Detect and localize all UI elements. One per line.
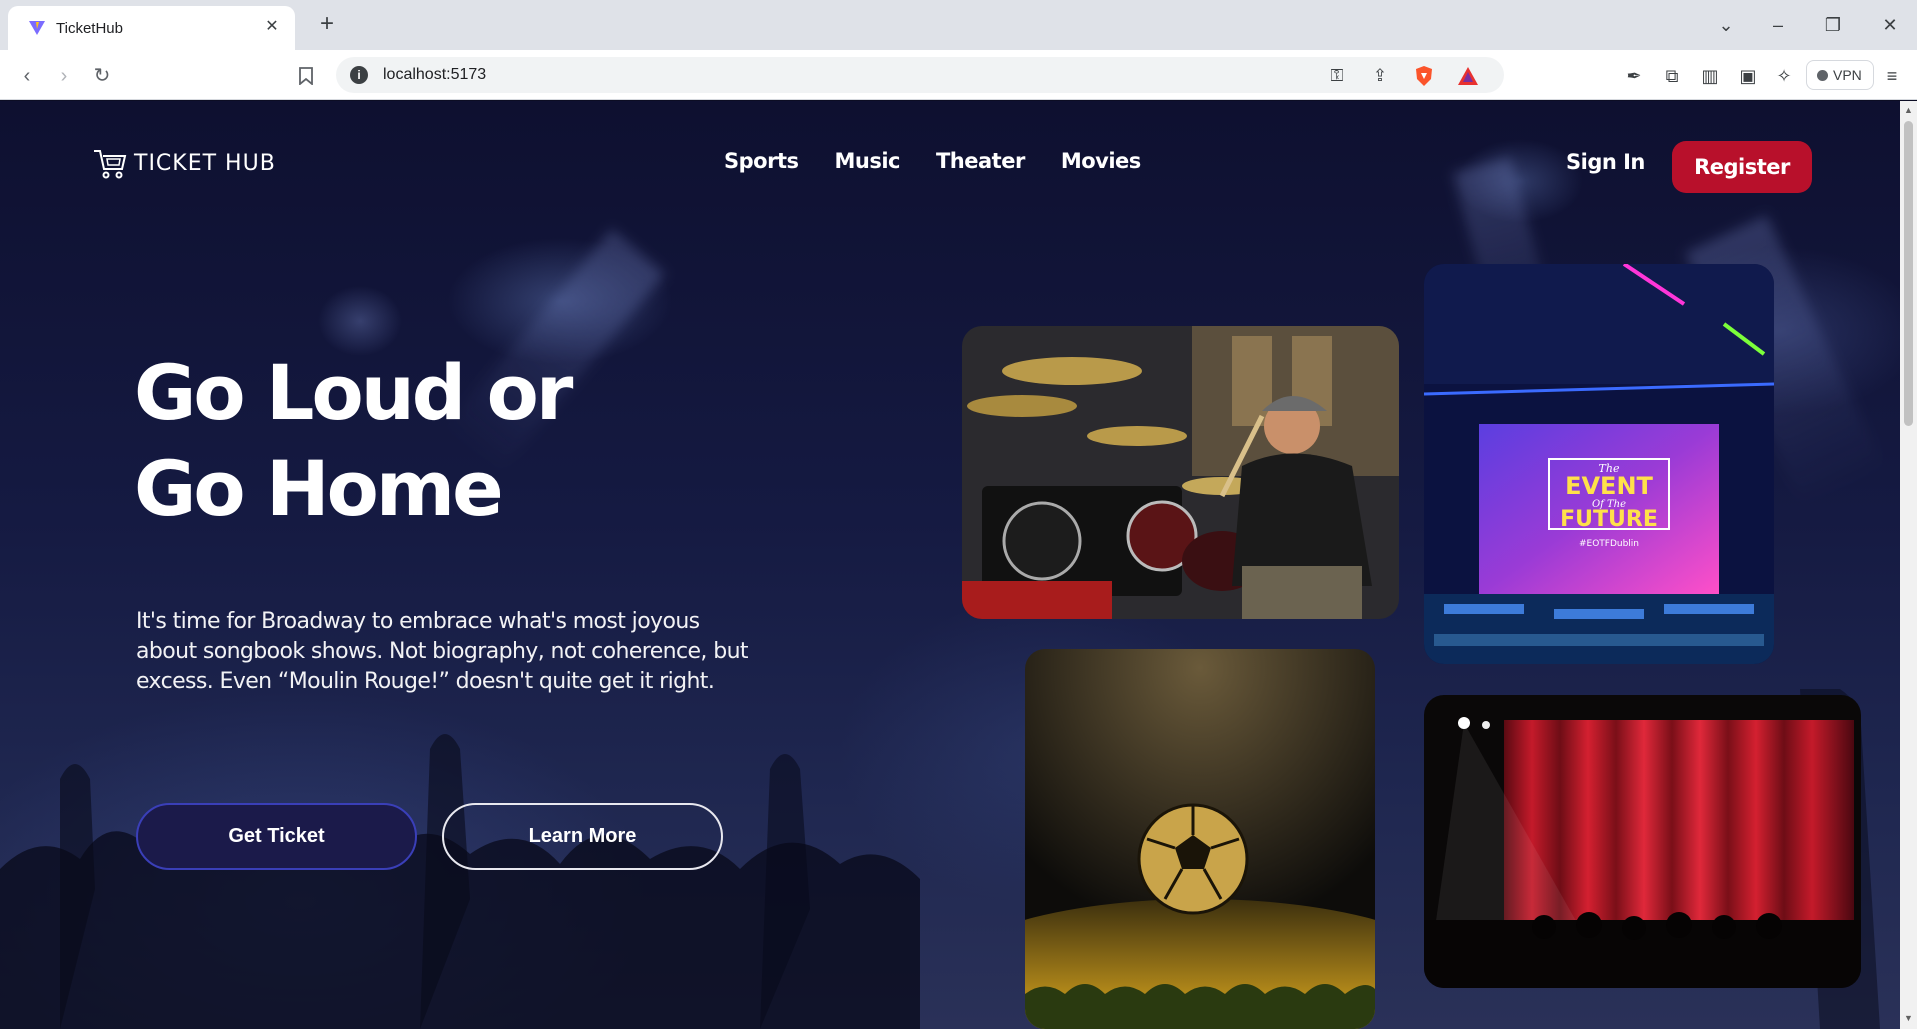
new-tab-icon[interactable]: + <box>313 11 341 39</box>
hero-title-line-2: Go Home <box>134 444 504 533</box>
address-bar[interactable]: i localhost:5173 ⚿ ⇪ <box>336 57 1504 93</box>
event-hashtag: #EOTFDublin <box>1579 539 1639 549</box>
bookmark-icon[interactable] <box>292 62 320 90</box>
tab-title: TicketHub <box>56 20 123 37</box>
page-scrollbar[interactable]: ▲ ▼ <box>1900 101 1917 1029</box>
back-icon[interactable]: ‹ <box>13 62 41 90</box>
hero-description: It's time for Broadway to embrace what's… <box>136 609 749 694</box>
register-button[interactable]: Register <box>1672 141 1812 193</box>
vpn-status-icon <box>1817 70 1828 81</box>
learn-more-button[interactable]: Learn More <box>442 803 723 870</box>
nav-link-theater[interactable]: Theater <box>936 149 1025 173</box>
theater-curtain-image <box>1424 695 1861 988</box>
event-text-future: FUTURE <box>1560 507 1658 532</box>
event-text-event: EVENT <box>1565 472 1653 500</box>
event-stage-image: The EVENT Of The FUTURE #EOTFDublin <box>1424 264 1774 664</box>
restore-icon[interactable]: ❐ <box>1813 10 1853 40</box>
drummer-image <box>962 326 1399 619</box>
tab-close-icon[interactable]: ✕ <box>261 16 283 38</box>
main-nav: Sports Music Theater Movies <box>724 149 1141 173</box>
vpn-button[interactable]: VPN <box>1806 60 1874 90</box>
page-viewport: TICKET HUB Sports Music Theater Movies S… <box>0 101 1900 1029</box>
url-text: localhost:5173 <box>383 66 487 83</box>
scrollbar-thumb[interactable] <box>1904 121 1913 426</box>
menu-icon[interactable]: ≡ <box>1878 62 1906 90</box>
browser-toolbar: ‹ › ↻ i localhost:5173 ⚿ ⇪ ✒ ⧉ ▥ ▣ ✧ ≡ <box>0 50 1917 100</box>
sign-in-link[interactable]: Sign In <box>1566 150 1645 174</box>
site-info-icon[interactable]: i <box>350 66 368 84</box>
logo-text: TICKET HUB <box>134 150 276 176</box>
nav-link-sports[interactable]: Sports <box>724 149 799 173</box>
key-icon[interactable]: ⚿ <box>1325 64 1349 88</box>
site-logo[interactable]: TICKET HUB <box>92 143 276 183</box>
nav-link-music[interactable]: Music <box>834 149 900 173</box>
extensions-icon[interactable]: ⧉ <box>1658 62 1686 90</box>
theater-curtain-image-card[interactable] <box>1424 695 1861 988</box>
minimize-icon[interactable]: – <box>1758 10 1798 40</box>
hero-title: Go Loud or Go Home <box>134 345 694 537</box>
scroll-down-icon[interactable]: ▼ <box>1904 1013 1913 1025</box>
browser-tab[interactable]: TicketHub ✕ <box>8 6 295 50</box>
close-window-icon[interactable]: ✕ <box>1870 10 1910 40</box>
share-icon[interactable]: ⇪ <box>1368 64 1392 88</box>
event-of-the-future-image-card[interactable]: The EVENT Of The FUTURE #EOTFDublin <box>1424 264 1774 664</box>
shopping-cart-icon <box>94 150 127 179</box>
drummer-image-card[interactable] <box>962 326 1399 619</box>
browser-tab-bar: TicketHub ✕ + ⌄ – ❐ ✕ <box>0 0 1917 50</box>
football-stadium-image <box>1025 649 1375 1029</box>
get-ticket-button[interactable]: Get Ticket <box>136 803 417 870</box>
eyedropper-icon[interactable]: ✒ <box>1620 62 1648 90</box>
football-stadium-image-card[interactable] <box>1025 649 1375 1029</box>
leo-ai-icon[interactable]: ✧ <box>1770 62 1798 90</box>
vite-logo-icon <box>29 21 45 35</box>
hero-title-line-1: Go Loud or <box>134 348 573 437</box>
sidebar-icon[interactable]: ▥ <box>1696 62 1724 90</box>
reload-icon[interactable]: ↻ <box>88 62 116 90</box>
wallet-icon[interactable]: ▣ <box>1734 62 1762 90</box>
brave-shield-icon[interactable] <box>1412 64 1436 88</box>
brave-rewards-icon[interactable] <box>1456 64 1480 88</box>
scroll-up-icon[interactable]: ▲ <box>1904 105 1913 117</box>
vpn-label: VPN <box>1833 67 1862 83</box>
nav-link-movies[interactable]: Movies <box>1061 149 1141 173</box>
forward-icon[interactable]: › <box>50 62 78 90</box>
tab-search-chevron-icon[interactable]: ⌄ <box>1706 10 1746 40</box>
